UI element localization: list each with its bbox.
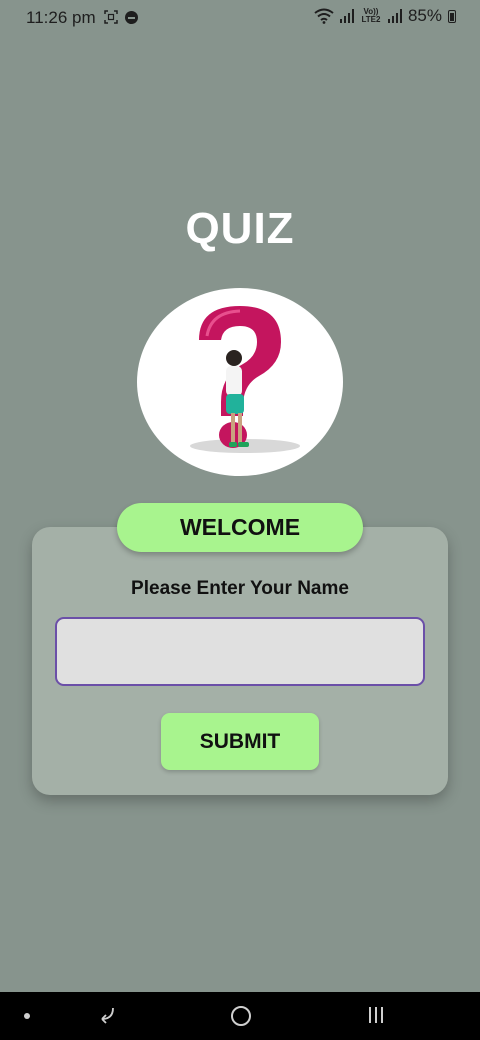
home-icon[interactable] <box>231 1006 251 1026</box>
navigation-bar <box>0 992 480 1040</box>
battery-percent: 85% <box>407 6 442 25</box>
screenshot-icon <box>104 10 118 24</box>
recents-icon[interactable] <box>367 1006 385 1024</box>
wifi-icon <box>314 8 334 24</box>
nav-dot-icon[interactable] <box>24 1013 30 1019</box>
name-input[interactable] <box>55 617 425 686</box>
back-icon[interactable] <box>96 1005 118 1027</box>
submit-button[interactable]: SUBMIT <box>161 713 319 770</box>
question-mark-logo <box>137 288 343 476</box>
volte-indicator: Vo)) LTE2 <box>361 7 381 24</box>
status-right-group: Vo)) LTE2 85% <box>314 6 456 26</box>
battery-icon <box>448 9 456 23</box>
status-bar: 11:26 pm Vo)) LTE2 85% <box>0 0 480 36</box>
page-title: QUIZ <box>185 204 295 253</box>
name-prompt-label: Please Enter Your Name <box>131 578 349 599</box>
do-not-disturb-icon <box>125 11 138 24</box>
welcome-badge: WELCOME <box>117 503 363 552</box>
question-mark-illustration <box>190 306 300 453</box>
signal-icon-2 <box>387 9 402 23</box>
signal-icon <box>339 9 354 23</box>
status-time: 11:26 pm <box>26 8 96 27</box>
